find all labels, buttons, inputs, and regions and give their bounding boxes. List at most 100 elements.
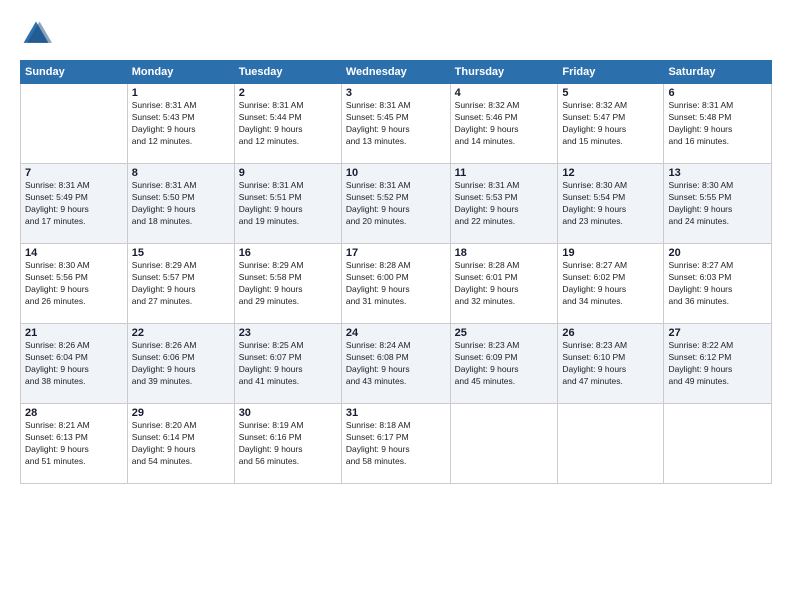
day-number: 30 [239, 407, 337, 419]
day-info: Sunrise: 8:31 AMSunset: 5:43 PMDaylight:… [132, 100, 230, 148]
day-number: 23 [239, 327, 337, 339]
day-info: Sunrise: 8:32 AMSunset: 5:46 PMDaylight:… [455, 100, 554, 148]
day-number: 3 [346, 87, 446, 99]
calendar-cell: 15Sunrise: 8:29 AMSunset: 5:57 PMDayligh… [127, 244, 234, 324]
day-info: Sunrise: 8:18 AMSunset: 6:17 PMDaylight:… [346, 420, 446, 468]
col-header-saturday: Saturday [664, 61, 772, 84]
day-info: Sunrise: 8:22 AMSunset: 6:12 PMDaylight:… [668, 340, 767, 388]
calendar-cell: 11Sunrise: 8:31 AMSunset: 5:53 PMDayligh… [450, 164, 558, 244]
day-info: Sunrise: 8:19 AMSunset: 6:16 PMDaylight:… [239, 420, 337, 468]
day-info: Sunrise: 8:31 AMSunset: 5:50 PMDaylight:… [132, 180, 230, 228]
day-info: Sunrise: 8:26 AMSunset: 6:06 PMDaylight:… [132, 340, 230, 388]
calendar-cell: 6Sunrise: 8:31 AMSunset: 5:48 PMDaylight… [664, 84, 772, 164]
day-number: 14 [25, 247, 123, 259]
page: SundayMondayTuesdayWednesdayThursdayFrid… [0, 0, 792, 612]
day-info: Sunrise: 8:29 AMSunset: 5:58 PMDaylight:… [239, 260, 337, 308]
day-number: 8 [132, 167, 230, 179]
day-info: Sunrise: 8:31 AMSunset: 5:53 PMDaylight:… [455, 180, 554, 228]
day-info: Sunrise: 8:31 AMSunset: 5:44 PMDaylight:… [239, 100, 337, 148]
calendar-cell: 9Sunrise: 8:31 AMSunset: 5:51 PMDaylight… [234, 164, 341, 244]
day-info: Sunrise: 8:27 AMSunset: 6:03 PMDaylight:… [668, 260, 767, 308]
week-row-1: 1Sunrise: 8:31 AMSunset: 5:43 PMDaylight… [21, 84, 772, 164]
day-number: 28 [25, 407, 123, 419]
calendar-cell [21, 84, 128, 164]
week-row-4: 21Sunrise: 8:26 AMSunset: 6:04 PMDayligh… [21, 324, 772, 404]
calendar-cell: 25Sunrise: 8:23 AMSunset: 6:09 PMDayligh… [450, 324, 558, 404]
day-number: 24 [346, 327, 446, 339]
day-number: 1 [132, 87, 230, 99]
day-number: 2 [239, 87, 337, 99]
day-number: 7 [25, 167, 123, 179]
calendar-cell: 29Sunrise: 8:20 AMSunset: 6:14 PMDayligh… [127, 404, 234, 484]
day-info: Sunrise: 8:28 AMSunset: 6:00 PMDaylight:… [346, 260, 446, 308]
col-header-wednesday: Wednesday [341, 61, 450, 84]
day-info: Sunrise: 8:20 AMSunset: 6:14 PMDaylight:… [132, 420, 230, 468]
day-number: 6 [668, 87, 767, 99]
day-info: Sunrise: 8:21 AMSunset: 6:13 PMDaylight:… [25, 420, 123, 468]
day-info: Sunrise: 8:31 AMSunset: 5:52 PMDaylight:… [346, 180, 446, 228]
day-info: Sunrise: 8:26 AMSunset: 6:04 PMDaylight:… [25, 340, 123, 388]
day-number: 22 [132, 327, 230, 339]
calendar-cell: 22Sunrise: 8:26 AMSunset: 6:06 PMDayligh… [127, 324, 234, 404]
calendar-cell [450, 404, 558, 484]
calendar-cell: 13Sunrise: 8:30 AMSunset: 5:55 PMDayligh… [664, 164, 772, 244]
calendar-cell: 20Sunrise: 8:27 AMSunset: 6:03 PMDayligh… [664, 244, 772, 324]
col-header-friday: Friday [558, 61, 664, 84]
calendar-cell: 23Sunrise: 8:25 AMSunset: 6:07 PMDayligh… [234, 324, 341, 404]
calendar-cell: 3Sunrise: 8:31 AMSunset: 5:45 PMDaylight… [341, 84, 450, 164]
calendar-cell: 19Sunrise: 8:27 AMSunset: 6:02 PMDayligh… [558, 244, 664, 324]
day-info: Sunrise: 8:29 AMSunset: 5:57 PMDaylight:… [132, 260, 230, 308]
day-number: 9 [239, 167, 337, 179]
day-number: 13 [668, 167, 767, 179]
day-number: 20 [668, 247, 767, 259]
day-info: Sunrise: 8:24 AMSunset: 6:08 PMDaylight:… [346, 340, 446, 388]
day-number: 4 [455, 87, 554, 99]
day-info: Sunrise: 8:32 AMSunset: 5:47 PMDaylight:… [562, 100, 659, 148]
logo-icon [20, 18, 52, 50]
logo [20, 18, 56, 50]
week-row-5: 28Sunrise: 8:21 AMSunset: 6:13 PMDayligh… [21, 404, 772, 484]
day-number: 12 [562, 167, 659, 179]
calendar-body: 1Sunrise: 8:31 AMSunset: 5:43 PMDaylight… [21, 84, 772, 484]
day-info: Sunrise: 8:31 AMSunset: 5:48 PMDaylight:… [668, 100, 767, 148]
calendar-cell: 24Sunrise: 8:24 AMSunset: 6:08 PMDayligh… [341, 324, 450, 404]
header [20, 18, 772, 50]
calendar-cell: 16Sunrise: 8:29 AMSunset: 5:58 PMDayligh… [234, 244, 341, 324]
day-number: 29 [132, 407, 230, 419]
calendar-header: SundayMondayTuesdayWednesdayThursdayFrid… [21, 61, 772, 84]
calendar-cell: 1Sunrise: 8:31 AMSunset: 5:43 PMDaylight… [127, 84, 234, 164]
calendar-cell: 4Sunrise: 8:32 AMSunset: 5:46 PMDaylight… [450, 84, 558, 164]
col-header-thursday: Thursday [450, 61, 558, 84]
day-info: Sunrise: 8:31 AMSunset: 5:49 PMDaylight:… [25, 180, 123, 228]
calendar-cell: 14Sunrise: 8:30 AMSunset: 5:56 PMDayligh… [21, 244, 128, 324]
col-header-tuesday: Tuesday [234, 61, 341, 84]
calendar-cell: 2Sunrise: 8:31 AMSunset: 5:44 PMDaylight… [234, 84, 341, 164]
days-header-row: SundayMondayTuesdayWednesdayThursdayFrid… [21, 61, 772, 84]
calendar-cell: 10Sunrise: 8:31 AMSunset: 5:52 PMDayligh… [341, 164, 450, 244]
day-number: 31 [346, 407, 446, 419]
col-header-monday: Monday [127, 61, 234, 84]
day-number: 11 [455, 167, 554, 179]
day-number: 10 [346, 167, 446, 179]
day-info: Sunrise: 8:30 AMSunset: 5:55 PMDaylight:… [668, 180, 767, 228]
calendar-cell: 17Sunrise: 8:28 AMSunset: 6:00 PMDayligh… [341, 244, 450, 324]
day-info: Sunrise: 8:27 AMSunset: 6:02 PMDaylight:… [562, 260, 659, 308]
day-info: Sunrise: 8:30 AMSunset: 5:56 PMDaylight:… [25, 260, 123, 308]
day-number: 26 [562, 327, 659, 339]
calendar-cell: 27Sunrise: 8:22 AMSunset: 6:12 PMDayligh… [664, 324, 772, 404]
day-number: 18 [455, 247, 554, 259]
calendar-cell [558, 404, 664, 484]
calendar-cell [664, 404, 772, 484]
day-number: 5 [562, 87, 659, 99]
day-number: 15 [132, 247, 230, 259]
day-info: Sunrise: 8:28 AMSunset: 6:01 PMDaylight:… [455, 260, 554, 308]
day-number: 17 [346, 247, 446, 259]
calendar-cell: 18Sunrise: 8:28 AMSunset: 6:01 PMDayligh… [450, 244, 558, 324]
day-info: Sunrise: 8:30 AMSunset: 5:54 PMDaylight:… [562, 180, 659, 228]
day-info: Sunrise: 8:23 AMSunset: 6:09 PMDaylight:… [455, 340, 554, 388]
day-number: 19 [562, 247, 659, 259]
calendar-cell: 12Sunrise: 8:30 AMSunset: 5:54 PMDayligh… [558, 164, 664, 244]
calendar-cell: 28Sunrise: 8:21 AMSunset: 6:13 PMDayligh… [21, 404, 128, 484]
day-info: Sunrise: 8:31 AMSunset: 5:51 PMDaylight:… [239, 180, 337, 228]
day-number: 27 [668, 327, 767, 339]
